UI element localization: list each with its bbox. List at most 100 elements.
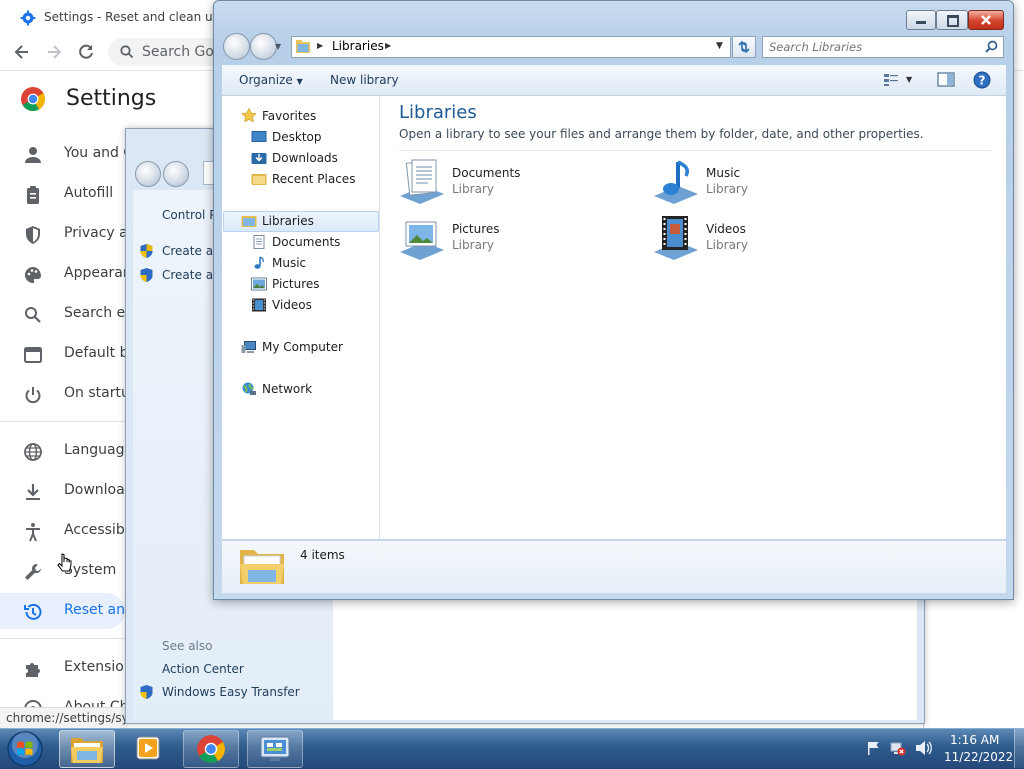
nav-item-appearance[interactable]: Appearan (0, 256, 132, 292)
music-note-icon (254, 256, 264, 269)
nav-pictures[interactable]: Pictures (272, 277, 320, 291)
view-options-chevron-icon[interactable]: ▼ (906, 75, 912, 84)
library-type: Library (452, 182, 494, 196)
volume-icon[interactable] (914, 740, 932, 756)
nav-label: Autofill (64, 185, 114, 201)
organize-menu[interactable]: Organize ▼ (239, 73, 303, 87)
library-documents[interactable]: Documents Library (398, 156, 628, 206)
see-also-heading: See also (162, 639, 213, 653)
chevron-right-icon[interactable]: ▶ (385, 41, 391, 50)
library-type: Library (706, 182, 748, 196)
close-button[interactable] (968, 10, 1004, 30)
browser-window-icon (24, 347, 42, 363)
nav-my-computer[interactable]: My Computer (262, 340, 343, 354)
library-pictures[interactable]: Pictures Library (398, 212, 628, 262)
chevron-down-icon[interactable]: ▼ (716, 41, 723, 51)
address-bar[interactable]: ▶ Libraries ▶ ▼ (291, 36, 731, 58)
show-desktop-button[interactable] (1014, 729, 1024, 768)
library-videos[interactable]: Videos Library (652, 212, 882, 262)
close-icon (981, 15, 991, 25)
palette-icon (25, 267, 41, 283)
new-library-button[interactable]: New library (330, 73, 399, 87)
desktop-icon (251, 131, 267, 142)
nav-documents[interactable]: Documents (272, 235, 340, 249)
nav-item-downloads[interactable]: Download (0, 473, 134, 509)
reload-icon[interactable] (75, 41, 97, 63)
documents-library-icon (400, 159, 444, 204)
nav-music[interactable]: Music (272, 256, 306, 270)
nav-item-extensions[interactable]: Extension (0, 650, 133, 686)
nav-desktop[interactable]: Desktop (272, 130, 322, 144)
media-player-icon (136, 736, 160, 760)
nav-item-about[interactable]: About Ch (0, 690, 125, 707)
chrome-tab-settings[interactable]: Settings - Reset and clean up (8, 4, 220, 32)
clock-date[interactable]: 11/22/2022 (944, 750, 1013, 764)
nav-item-languages[interactable]: Language (0, 433, 133, 469)
nav-recent-places[interactable]: Recent Places (272, 172, 355, 186)
videos-library-icon (654, 216, 698, 260)
preview-pane-icon[interactable] (937, 72, 955, 87)
nav-label: Download (64, 482, 134, 498)
power-icon (25, 387, 41, 404)
nav-videos[interactable]: Videos (272, 298, 312, 312)
forward-arrow-icon[interactable] (43, 41, 65, 63)
forward-button[interactable] (163, 161, 189, 187)
search-box[interactable] (762, 36, 1004, 58)
back-button[interactable] (135, 161, 161, 187)
nav-item-privacy[interactable]: Privacy ar (0, 216, 133, 252)
nav-item-reset[interactable]: Reset and (0, 593, 134, 629)
action-center-link[interactable]: Action Center (162, 662, 244, 676)
search-icon[interactable] (985, 40, 998, 53)
clock-time[interactable]: 1:16 AM (950, 733, 999, 747)
status-bar-url: chrome://settings/syste (0, 707, 147, 728)
nav-item-search-engine[interactable]: Search en (0, 296, 134, 332)
breadcrumb[interactable]: Control P (162, 208, 216, 222)
nav-downloads[interactable]: Downloads (272, 151, 338, 165)
help-icon[interactable]: ? (973, 71, 991, 89)
nav-item-on-startup[interactable]: On startup (0, 376, 139, 412)
taskbar-chrome-button[interactable] (183, 730, 239, 768)
library-type: Library (706, 238, 748, 252)
taskbar-media-player-button[interactable] (121, 730, 175, 766)
restore-button[interactable] (936, 10, 968, 30)
network-disconnected-icon[interactable] (890, 740, 906, 756)
action-center-flag-icon[interactable] (866, 740, 882, 756)
downloads-folder-icon (251, 153, 267, 164)
search-input[interactable] (769, 39, 969, 55)
nav-item-autofill[interactable]: Autofill (0, 176, 125, 212)
nav-label: Accessibi (64, 522, 129, 538)
back-arrow-icon[interactable] (11, 41, 33, 63)
taskbar-explorer-button[interactable] (59, 730, 115, 768)
page-title: Settings (66, 86, 157, 111)
nav-item-default-browser[interactable]: Default br (0, 336, 134, 372)
library-music[interactable]: Music Library (652, 156, 882, 206)
refresh-icon (738, 40, 750, 54)
download-icon (26, 484, 40, 500)
nav-network[interactable]: Network (262, 382, 312, 396)
libraries-folder-icon (240, 550, 284, 584)
restore-icon (947, 15, 959, 27)
nav-item-you-and-google[interactable]: You and G (0, 136, 134, 172)
uac-shield-icon (140, 268, 153, 282)
minimize-button[interactable] (906, 10, 936, 30)
easy-transfer-link[interactable]: Windows Easy Transfer (162, 685, 300, 699)
wrench-icon (25, 564, 41, 580)
refresh-button[interactable] (732, 36, 756, 58)
nav-favorites[interactable]: Favorites (262, 109, 316, 123)
back-button[interactable] (223, 33, 250, 60)
nav-divider (0, 638, 125, 639)
recent-pages-arrow-icon[interactable]: ▼ (275, 42, 281, 51)
nav-libraries[interactable]: Libraries (262, 214, 314, 228)
puzzle-icon (26, 663, 40, 677)
chevron-right-icon[interactable]: ▶ (317, 41, 323, 50)
start-button[interactable] (6, 730, 44, 768)
nav-label: Reset and (64, 602, 134, 618)
taskbar-control-panel-button[interactable] (247, 730, 303, 768)
item-count: 4 items (300, 548, 345, 562)
change-view-icon[interactable] (883, 73, 899, 87)
pictures-library-icon (400, 221, 444, 260)
nav-item-accessibility[interactable]: Accessibi (0, 513, 129, 549)
nav-divider (0, 421, 125, 422)
forward-button[interactable] (250, 33, 277, 60)
breadcrumb-libraries[interactable]: Libraries (332, 39, 384, 53)
